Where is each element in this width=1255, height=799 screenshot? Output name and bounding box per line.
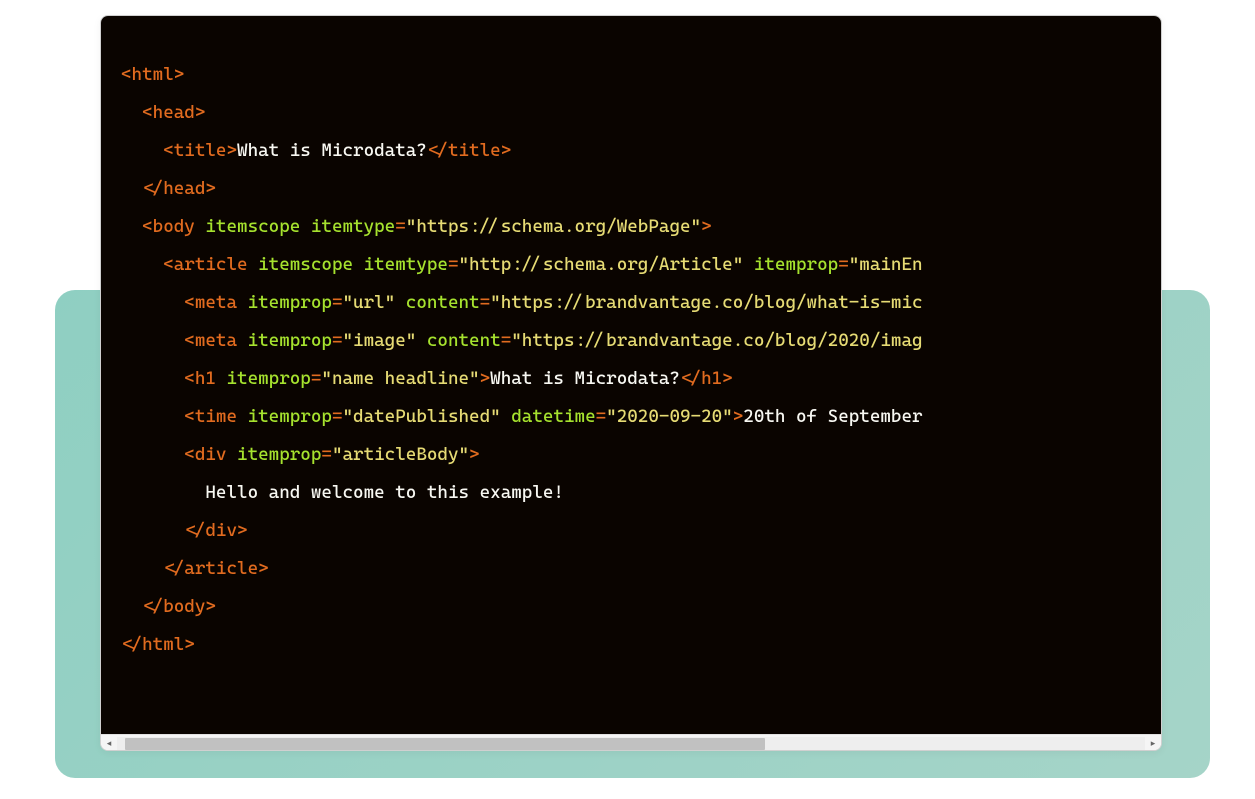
code-token-op: = (395, 216, 406, 237)
scroll-left-arrow[interactable]: ◂ (101, 736, 117, 752)
code-token-txt (743, 254, 754, 275)
code-token-attr: itemscope itemtype (258, 254, 448, 275)
code-line: <time itemprop="datePublished" datetime=… (121, 398, 1141, 436)
code-token-str: "https://brandvantage.co/blog/what-is-mi… (490, 292, 922, 313)
code-token-tag: </h1> (680, 368, 733, 389)
code-token-str: "mainEn (849, 254, 923, 275)
code-line: </article> (121, 550, 1141, 588)
code-token-str: "image" (342, 330, 416, 351)
code-line: <html> (121, 56, 1141, 94)
code-token-attr: itemprop (226, 368, 310, 389)
code-token-tag: </head> (142, 178, 216, 199)
code-line: Hello and welcome to this example! (121, 474, 1141, 512)
scroll-thumb[interactable] (125, 738, 765, 750)
code-token-op: = (311, 368, 322, 389)
code-token-tag: </html> (121, 634, 195, 655)
code-token-tag: <div (184, 444, 237, 465)
code-token-attr: datetime (511, 406, 595, 427)
code-token-op: = (332, 330, 343, 351)
code-token-txt (395, 292, 406, 313)
code-token-tag: <title> (163, 140, 237, 161)
code-token-attr: content (406, 292, 480, 313)
code-token-tag: <meta (184, 292, 247, 313)
code-token-txt (416, 330, 427, 351)
code-token-str: "name headline" (321, 368, 479, 389)
code-line: <meta itemprop="image" content="https://… (121, 322, 1141, 360)
code-line: </body> (121, 588, 1141, 626)
code-line: <article itemscope itemtype="http://sche… (121, 246, 1141, 284)
code-content: <html> <head> <title>What is Microdata?<… (101, 16, 1161, 684)
code-token-str: "articleBody" (332, 444, 469, 465)
code-token-attr: content (427, 330, 501, 351)
code-token-tag: > (733, 406, 744, 427)
horizontal-scrollbar[interactable]: ◂ ▸ (101, 734, 1161, 751)
code-token-tag: <h1 (184, 368, 226, 389)
code-token-tag: <meta (184, 330, 247, 351)
code-token-str: "url" (342, 292, 395, 313)
code-token-op: = (480, 292, 491, 313)
code-editor[interactable]: <html> <head> <title>What is Microdata?<… (101, 16, 1161, 734)
code-token-tag: </div> (184, 520, 247, 541)
code-token-tag: > (469, 444, 480, 465)
code-token-attr: itemprop (248, 406, 332, 427)
code-token-str: "http://schema.org/Article" (459, 254, 744, 275)
code-token-tag: <article (163, 254, 258, 275)
code-token-op: = (838, 254, 849, 275)
code-window: <html> <head> <title>What is Microdata?<… (100, 15, 1162, 751)
code-line: <title>What is Microdata?</title> (121, 132, 1141, 170)
code-token-tag: <body (142, 216, 205, 237)
code-token-tag: </body> (142, 596, 216, 617)
code-token-op: = (332, 292, 343, 313)
code-token-attr: itemprop (248, 292, 332, 313)
code-token-str: "https://schema.org/WebPage" (406, 216, 701, 237)
code-token-str: "datePublished" (342, 406, 500, 427)
code-token-txt (501, 406, 512, 427)
scroll-track[interactable] (117, 737, 1145, 751)
code-token-tag: > (701, 216, 712, 237)
code-line: <head> (121, 94, 1141, 132)
code-line: <body itemscope itemtype="https://schema… (121, 208, 1141, 246)
code-token-op: = (332, 406, 343, 427)
code-token-str: "https://brandvantage.co/blog/2020/imag (511, 330, 922, 351)
code-token-attr: itemprop (248, 330, 332, 351)
code-token-txt: What is Microdata? (237, 140, 427, 161)
code-token-tag: </title> (427, 140, 511, 161)
code-token-tag: <time (184, 406, 247, 427)
code-token-op: = (596, 406, 607, 427)
code-line: </html> (121, 626, 1141, 664)
code-token-op: = (321, 444, 332, 465)
code-token-attr: itemprop (237, 444, 321, 465)
code-line: <h1 itemprop="name headline">What is Mic… (121, 360, 1141, 398)
code-token-txt: 20th of September (743, 406, 922, 427)
code-line: </div> (121, 512, 1141, 550)
scroll-right-arrow[interactable]: ▸ (1145, 736, 1161, 752)
code-token-tag: > (480, 368, 491, 389)
code-token-txt: Hello and welcome to this example! (205, 482, 564, 503)
code-token-txt: What is Microdata? (490, 368, 680, 389)
code-token-tag: <html> (121, 64, 184, 85)
code-token-attr: itemprop (754, 254, 838, 275)
code-line: <meta itemprop="url" content="https://br… (121, 284, 1141, 322)
code-token-tag: </article> (163, 558, 268, 579)
code-line: <div itemprop="articleBody"> (121, 436, 1141, 474)
code-token-attr: itemscope itemtype (205, 216, 395, 237)
code-token-tag: <head> (142, 102, 205, 123)
code-token-str: "2020-09-20" (606, 406, 733, 427)
code-token-op: = (448, 254, 459, 275)
code-token-op: = (501, 330, 512, 351)
code-line: </head> (121, 170, 1141, 208)
